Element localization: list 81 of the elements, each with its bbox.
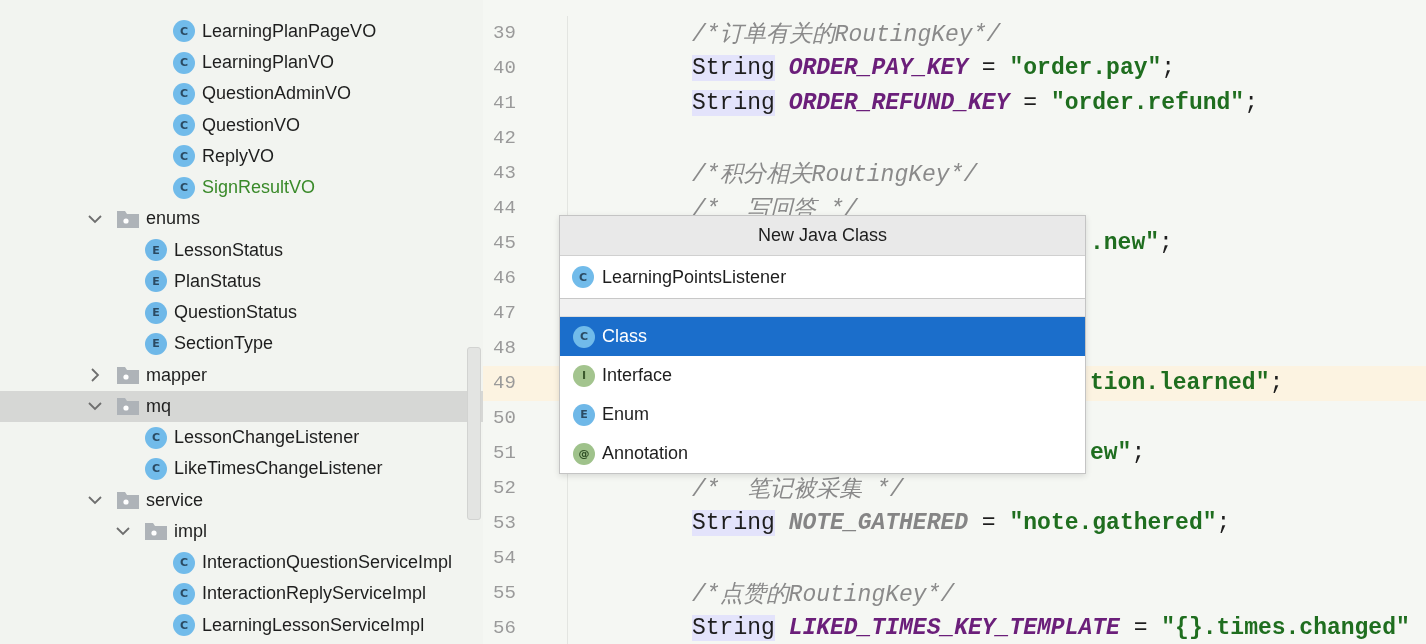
tree-item[interactable]: C InteractionReplyServiceImpl bbox=[0, 578, 483, 610]
package-folder-icon bbox=[117, 491, 139, 509]
class-icon: C bbox=[173, 551, 195, 574]
class-icon: C bbox=[145, 457, 167, 480]
package-folder-icon bbox=[117, 209, 139, 228]
class-icon: C bbox=[173, 20, 195, 43]
tree-item[interactable]: C LessonChangeListener bbox=[0, 421, 483, 454]
class-icon: C bbox=[173, 51, 195, 74]
list-item[interactable]: I Interface bbox=[560, 356, 1085, 395]
line-number: 47 bbox=[492, 302, 517, 324]
line-number: 43 bbox=[492, 162, 517, 184]
interface-icon: I bbox=[573, 364, 595, 387]
list-item[interactable]: E Enum bbox=[560, 395, 1085, 434]
class-icon: C bbox=[173, 82, 195, 105]
scrollbar-thumb[interactable] bbox=[467, 347, 481, 520]
code-line: /*积分相关RoutingKey*/ bbox=[692, 160, 978, 189]
tree-item[interactable]: E SectionType bbox=[0, 328, 483, 360]
enum-icon: E bbox=[573, 403, 595, 426]
code-line: /*点赞的RoutingKey*/ bbox=[692, 580, 955, 609]
code-line: String LIKED_TIMES_KEY_TEMPLATE = "{}.times.changed" bbox=[692, 615, 1410, 641]
tree-item[interactable]: C LearningPlanPageVO bbox=[0, 15, 483, 47]
tree-item[interactable]: mapper bbox=[0, 359, 483, 391]
list-item[interactable]: C Class bbox=[560, 317, 1085, 356]
enum-icon: E bbox=[145, 239, 167, 261]
line-number: 48 bbox=[492, 337, 517, 359]
line-number: 41 bbox=[492, 92, 517, 114]
line-number: 39 bbox=[492, 22, 517, 44]
tree-item[interactable]: C QuestionAdminVO bbox=[0, 78, 483, 110]
tree-item[interactable]: C LikeTimesChangeListener bbox=[0, 453, 483, 485]
line-number: 40 bbox=[492, 57, 517, 79]
tree-item[interactable]: E LessonStatus bbox=[0, 234, 483, 266]
code-line: .new"; bbox=[1090, 230, 1173, 256]
line-number: 54 bbox=[492, 547, 517, 569]
line-number: 56 bbox=[492, 617, 517, 639]
name-field[interactable]: LearningPointsListener bbox=[601, 266, 1042, 288]
code-line: /*订单有关的RoutingKey*/ bbox=[692, 20, 1001, 49]
code-line: ew"; bbox=[1090, 440, 1146, 466]
class-icon: C bbox=[145, 426, 167, 449]
line-number: 50 bbox=[492, 407, 517, 429]
package-folder-icon bbox=[117, 366, 139, 384]
popup-title: New Java Class bbox=[560, 216, 1085, 256]
class-icon: C bbox=[173, 582, 195, 605]
tree-item[interactable]: C InteractionQuestionServiceImpl bbox=[0, 546, 483, 579]
code-line: String NOTE_GATHERED = "note.gathered"; bbox=[692, 510, 1231, 536]
tree-item[interactable]: E QuestionStatus bbox=[0, 296, 483, 329]
enum-icon: E bbox=[145, 332, 167, 355]
line-number: 53 bbox=[492, 512, 517, 534]
class-icon: C bbox=[572, 266, 594, 288]
package-folder-icon bbox=[117, 397, 139, 416]
code-line: String ORDER_PAY_KEY = "order.pay"; bbox=[692, 55, 1176, 81]
line-number: 52 bbox=[492, 477, 517, 499]
tree-item[interactable]: impl bbox=[0, 515, 483, 547]
line-number: 46 bbox=[492, 267, 517, 289]
class-icon: C bbox=[173, 176, 195, 199]
class-icon: C bbox=[173, 614, 195, 636]
class-icon: C bbox=[573, 325, 595, 348]
tree-item[interactable]: enums bbox=[0, 203, 483, 235]
tree-item[interactable]: E PlanStatus bbox=[0, 265, 483, 297]
line-number: 45 bbox=[492, 232, 517, 254]
code-line: tion.learned"; bbox=[1090, 370, 1284, 396]
code-line: /* 笔记被采集 */ bbox=[692, 475, 904, 504]
class-icon: C bbox=[173, 114, 195, 136]
tree-item[interactable]: C SignResultVO bbox=[0, 171, 483, 204]
tree-item[interactable]: mq bbox=[0, 390, 483, 422]
line-number: 49 bbox=[492, 372, 517, 394]
annotation-icon: @ bbox=[573, 442, 595, 465]
enum-icon: E bbox=[145, 301, 167, 324]
line-number: 55 bbox=[492, 582, 517, 604]
enum-icon: E bbox=[145, 270, 167, 293]
code-line: String ORDER_REFUND_KEY = "order.refund"; bbox=[692, 90, 1258, 116]
line-number: 51 bbox=[492, 442, 517, 464]
package-folder-icon bbox=[145, 522, 167, 541]
line-number: 42 bbox=[492, 127, 517, 149]
line-number: 44 bbox=[492, 197, 517, 219]
tree-item[interactable]: service bbox=[0, 484, 483, 516]
list-item[interactable]: @ Annotation bbox=[560, 434, 1085, 473]
tree-item[interactable]: C ReplyVO bbox=[0, 140, 483, 172]
class-icon: C bbox=[173, 145, 195, 168]
tree-item[interactable]: C QuestionVO bbox=[0, 109, 483, 141]
tree-item[interactable]: C LearningPlanVO bbox=[0, 46, 483, 79]
tree-item[interactable]: C LearningLessonServiceImpl bbox=[0, 609, 483, 641]
